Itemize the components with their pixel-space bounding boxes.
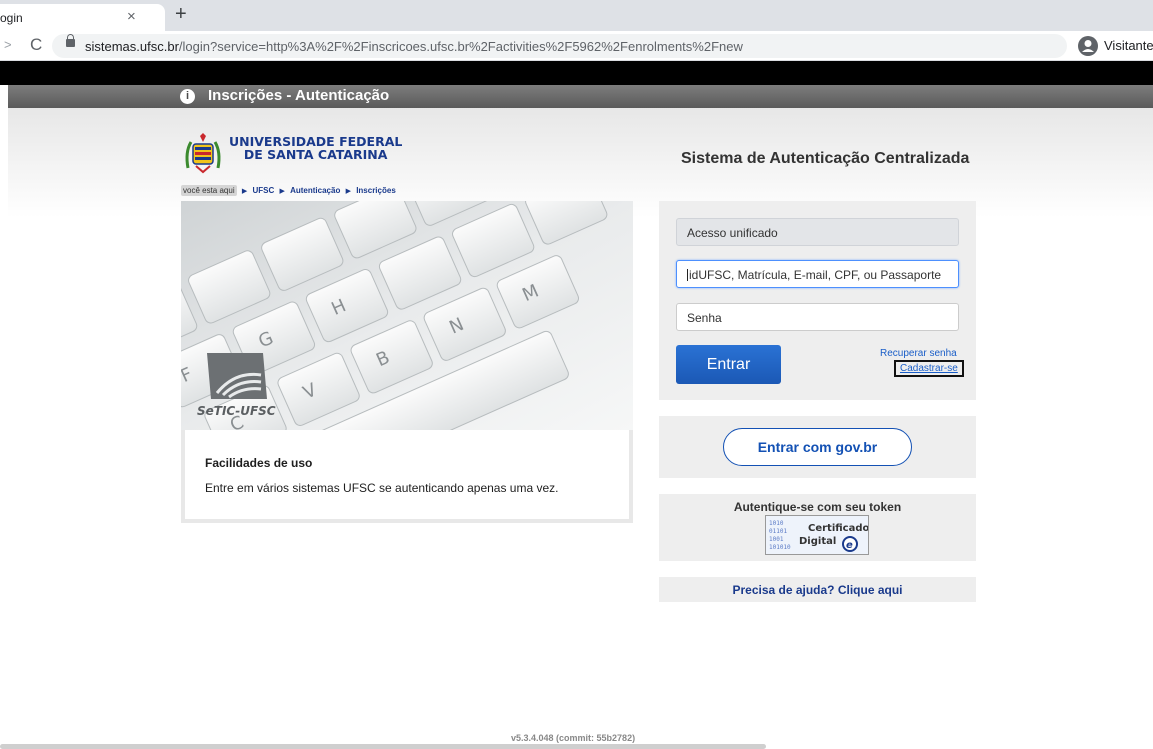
login-panel: Acesso unificado idUFSC, Matrícula, E-ma… bbox=[659, 201, 976, 400]
address-bar[interactable]: sistemas.ufsc.br/login?service=http%3A%2… bbox=[52, 34, 1067, 58]
digital-certificate-button[interactable]: 1010 01101 1001 101010 Certificado Digit… bbox=[765, 515, 870, 555]
browser-tab-bar: ogin × + bbox=[0, 0, 1153, 31]
close-tab-icon[interactable]: × bbox=[127, 8, 136, 25]
url-text[interactable]: sistemas.ufsc.br/login?service=http%3A%2… bbox=[85, 39, 743, 54]
url-host: sistemas.ufsc.br bbox=[85, 39, 179, 54]
govbr-login-button[interactable]: Entrar com gov.br bbox=[723, 428, 912, 466]
breadcrumb: você esta aqui ▶ UFSC ▶ Autenticação ▶ I… bbox=[181, 185, 396, 196]
svg-text:1010: 1010 bbox=[769, 520, 784, 527]
govbr-panel: Entrar com gov.br bbox=[659, 416, 976, 478]
usage-info-text: Entre em vários sistemas UFSC se autenti… bbox=[205, 481, 559, 495]
profile-label: Visitante bbox=[1104, 38, 1153, 53]
cert-line2: Digital bbox=[799, 536, 836, 547]
setic-brand-text: SeTIC-UFSC bbox=[197, 404, 276, 418]
horizontal-scrollbar[interactable] bbox=[0, 744, 766, 749]
svg-text:1001: 1001 bbox=[769, 536, 784, 543]
breadcrumb-item-autenticacao[interactable]: Autenticação bbox=[290, 186, 340, 195]
url-path: /login?service=http%3A%2F%2Finscricoes.u… bbox=[178, 39, 743, 54]
username-placeholder: idUFSC, Matrícula, E-mail, CPF, ou Passa… bbox=[689, 268, 942, 282]
browser-tab[interactable]: ogin × bbox=[0, 4, 165, 31]
login-button[interactable]: Entrar bbox=[676, 345, 781, 384]
breadcrumb-arrow-icon: ▶ bbox=[279, 188, 285, 195]
lock-icon[interactable] bbox=[66, 34, 75, 47]
breadcrumb-arrow-icon: ▶ bbox=[345, 188, 351, 195]
breadcrumb-item-ufsc[interactable]: UFSC bbox=[252, 186, 274, 195]
unified-access-label: Acesso unificado bbox=[687, 226, 778, 240]
browser-tab-title: ogin bbox=[0, 11, 23, 25]
forward-icon[interactable]: > bbox=[4, 37, 12, 52]
recover-password-link[interactable]: Recuperar senha bbox=[880, 348, 957, 359]
username-input[interactable]: idUFSC, Matrícula, E-mail, CPF, ou Passa… bbox=[676, 260, 959, 288]
register-link[interactable]: Cadastrar-se bbox=[894, 360, 964, 377]
digital-certificate-icon: 1010 01101 1001 101010 Certificado Digit… bbox=[766, 516, 870, 554]
university-name[interactable]: UNIVERSIDADE FEDERAL DE SANTA CATARINA bbox=[229, 135, 402, 161]
usage-info-card: Facilidades de uso Entre em vários siste… bbox=[181, 430, 633, 523]
page-title: Inscrições - Autenticação bbox=[208, 87, 390, 104]
svg-text:101010: 101010 bbox=[769, 544, 791, 551]
version-text: v5.3.4.048 (commit: 55b2782) bbox=[511, 733, 636, 743]
new-tab-button[interactable]: + bbox=[175, 3, 187, 26]
usage-info-title: Facilidades de uso bbox=[205, 456, 313, 470]
token-panel: Autentique-se com seu token 1010 01101 1… bbox=[659, 494, 976, 561]
breadcrumb-item-inscricoes[interactable]: Inscrições bbox=[356, 186, 396, 195]
keyboard-banner-image: F G H V B N M C SeTIC-UFSC bbox=[181, 201, 633, 430]
cert-line1: Certificado bbox=[808, 523, 868, 534]
ufsc-crest-icon[interactable] bbox=[183, 132, 223, 174]
svg-text:01101: 01101 bbox=[769, 528, 787, 535]
reload-icon[interactable]: C bbox=[30, 35, 42, 55]
auth-system-title: Sistema de Autenticação Centralizada bbox=[681, 150, 970, 167]
text-caret bbox=[687, 269, 688, 281]
token-title: Autentique-se com seu token bbox=[733, 500, 902, 514]
university-name-line2: DE SANTA CATARINA bbox=[243, 147, 388, 162]
breadcrumb-arrow-icon: ▶ bbox=[241, 188, 248, 195]
help-link[interactable]: Precisa de ajuda? Clique aqui bbox=[659, 583, 976, 597]
unified-access-field: Acesso unificado bbox=[676, 218, 959, 246]
help-panel: Precisa de ajuda? Clique aqui bbox=[659, 577, 976, 602]
password-placeholder: Senha bbox=[687, 311, 722, 325]
svg-text:e: e bbox=[846, 540, 853, 551]
password-input[interactable]: Senha bbox=[676, 303, 959, 331]
breadcrumb-here-label: você esta aqui bbox=[181, 185, 237, 196]
top-black-band bbox=[0, 61, 1153, 85]
setic-logo-icon bbox=[207, 353, 267, 399]
info-icon: i bbox=[180, 89, 195, 104]
profile-avatar-icon bbox=[1078, 36, 1098, 56]
browser-toolbar: > C sistemas.ufsc.br/login?service=http%… bbox=[0, 31, 1153, 61]
